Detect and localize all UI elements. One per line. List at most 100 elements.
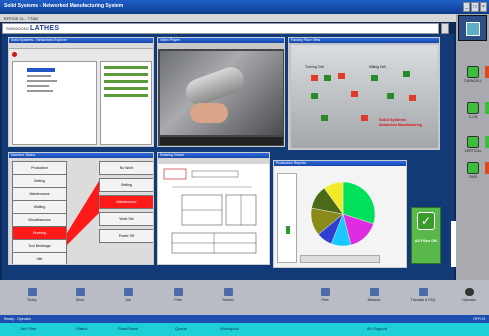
floor-window[interactable]: Factory Floor View Turning Cell Milling … xyxy=(288,37,440,150)
status-work-set[interactable]: Work Set xyxy=(99,212,153,226)
tab-status[interactable]: Status xyxy=(76,326,87,331)
explorer-window[interactable]: Solid Systems - Networked Explorer xyxy=(8,37,154,147)
setup-label: Setup xyxy=(27,298,37,302)
print-button[interactable]: Print xyxy=(158,288,198,312)
tab-job-files[interactable]: Job Files xyxy=(20,326,36,331)
explorer-toolbar xyxy=(9,43,153,49)
status-idle[interactable]: Idle xyxy=(12,252,67,264)
status-titlebar: Machine Status xyxy=(9,153,153,158)
toolbar-machine-c60s[interactable]: C60S xyxy=(460,162,486,184)
machine-icon[interactable] xyxy=(311,93,318,99)
tree-selected-item[interactable] xyxy=(27,68,55,72)
explorer-file-list[interactable] xyxy=(100,61,152,145)
tutorials-label: Tutorials & FAQ xyxy=(410,298,436,302)
machine-icon[interactable] xyxy=(351,91,358,97)
status-setting-right[interactable]: Setting xyxy=(99,178,153,192)
minimize-icon[interactable]: _ xyxy=(463,2,471,12)
print-label: Print xyxy=(174,298,182,302)
status-window[interactable]: Machine Status Production Setting Mainte… xyxy=(8,152,154,265)
status-tool-breakage[interactable]: Tool Breakage xyxy=(12,239,67,253)
menu-text[interactable]: EFFICE CL - TTAG xyxy=(4,16,38,21)
tutorials-button[interactable]: Tutorials & FAQ xyxy=(403,288,443,312)
chart-window[interactable]: Production Reports xyxy=(273,160,407,268)
toolbar-machine-vertical[interactable]: VERTICAL xyxy=(460,136,486,158)
floor-label: Turning Cell xyxy=(305,65,324,69)
machine-icon[interactable] xyxy=(371,75,378,81)
technical-drawing xyxy=(163,168,257,254)
job-button[interactable]: Job xyxy=(108,288,148,312)
search-button[interactable]: Search xyxy=(208,288,248,312)
address-dropdown-button[interactable] xyxy=(441,23,449,34)
maximize-icon[interactable]: □ xyxy=(471,2,479,12)
status-stripe xyxy=(485,162,489,174)
network-icon xyxy=(369,288,379,296)
video-window[interactable]: Video Player xyxy=(157,37,285,147)
chart-legend-bar xyxy=(300,255,380,263)
machine-icon[interactable] xyxy=(311,75,318,81)
machine-icon[interactable] xyxy=(324,75,331,81)
status-maintenance-right[interactable]: Maintenance xyxy=(99,195,153,209)
machine-icon xyxy=(467,66,479,78)
file-item[interactable] xyxy=(104,73,148,76)
status-setting[interactable]: Setting xyxy=(12,174,67,188)
lathe-selector[interactable] xyxy=(458,15,487,41)
explorer-tree[interactable] xyxy=(12,61,97,145)
tree-item[interactable] xyxy=(27,85,49,87)
machine-icon[interactable] xyxy=(338,73,345,79)
bottom-toolbar: Setup Send Job Print Search Files Networ… xyxy=(0,280,489,315)
status-running[interactable]: Running xyxy=(12,226,67,240)
floor-overlay-title: Solid Systems xyxy=(379,117,407,122)
toolbar-machine-ccb[interactable]: C-CB xyxy=(460,102,486,124)
file-item[interactable] xyxy=(104,80,148,83)
address-bar[interactable]: SHEMOON2 LATHES xyxy=(2,23,439,34)
machine-icon xyxy=(467,102,479,114)
video-toolbar xyxy=(158,43,284,49)
tree-item[interactable] xyxy=(27,75,51,77)
status-maintenance[interactable]: Maintenance xyxy=(12,187,67,201)
drawing-window[interactable]: Drawing Viewer xyxy=(157,152,270,265)
tab-workspool[interactable]: Workspool xyxy=(220,326,239,331)
machine-icon[interactable] xyxy=(361,115,368,121)
send-button[interactable]: Send xyxy=(60,288,100,312)
operator-button[interactable]: Operator xyxy=(449,288,489,312)
tree-item[interactable] xyxy=(27,90,53,92)
floor-titlebar: Factory Floor View xyxy=(289,38,439,43)
file-item[interactable] xyxy=(104,66,148,69)
job-icon xyxy=(123,288,133,296)
status-waiting[interactable]: Waiting xyxy=(12,200,67,214)
all-files-ok-panel[interactable]: ✓ All Files OK xyxy=(411,207,441,264)
status-stripe xyxy=(485,66,489,78)
machine-icon[interactable] xyxy=(403,71,410,77)
network-label: Network xyxy=(367,298,381,302)
setup-button[interactable]: Setup xyxy=(12,288,52,312)
hand-image xyxy=(190,103,228,123)
status-miscellaneous[interactable]: Miscellaneous xyxy=(12,213,67,227)
toolbar-machine-turncell[interactable]: TURNCELL xyxy=(460,66,486,88)
video-controls[interactable] xyxy=(160,137,283,145)
network-button[interactable]: Network xyxy=(354,288,394,312)
book-icon xyxy=(418,288,428,296)
tab-av-support[interactable]: AV Support xyxy=(367,326,387,331)
status-power-off[interactable]: Power Off xyxy=(99,229,153,243)
setup-icon xyxy=(27,288,37,296)
floor-photo: Turning Cell Milling Cell Solid Systems … xyxy=(291,45,438,148)
floor-overlay-subtitle: Networked Manufacturing xyxy=(379,123,422,127)
tab-start-finish[interactable]: Start/Finish xyxy=(118,326,138,331)
files-button[interactable]: Files xyxy=(305,288,345,312)
file-item[interactable] xyxy=(104,94,148,97)
search-icon xyxy=(223,288,233,296)
status-no-work[interactable]: No Work xyxy=(99,161,153,175)
checkmark-icon: ✓ xyxy=(417,212,435,230)
print-icon xyxy=(173,288,183,296)
window-title: Solid Systems - Networked Manufacturing … xyxy=(4,3,124,9)
file-item[interactable] xyxy=(104,87,148,90)
machine-icon[interactable] xyxy=(321,115,328,121)
tree-item[interactable] xyxy=(27,80,57,82)
stop-icon[interactable] xyxy=(12,52,17,57)
machine-icon[interactable] xyxy=(387,93,394,99)
machine-icon[interactable] xyxy=(409,95,416,101)
address-prefix: SHEMOON2 xyxy=(6,26,29,31)
close-icon[interactable]: × xyxy=(479,2,487,12)
status-production[interactable]: Production xyxy=(12,161,67,175)
tab-queue[interactable]: Queue xyxy=(175,326,187,331)
